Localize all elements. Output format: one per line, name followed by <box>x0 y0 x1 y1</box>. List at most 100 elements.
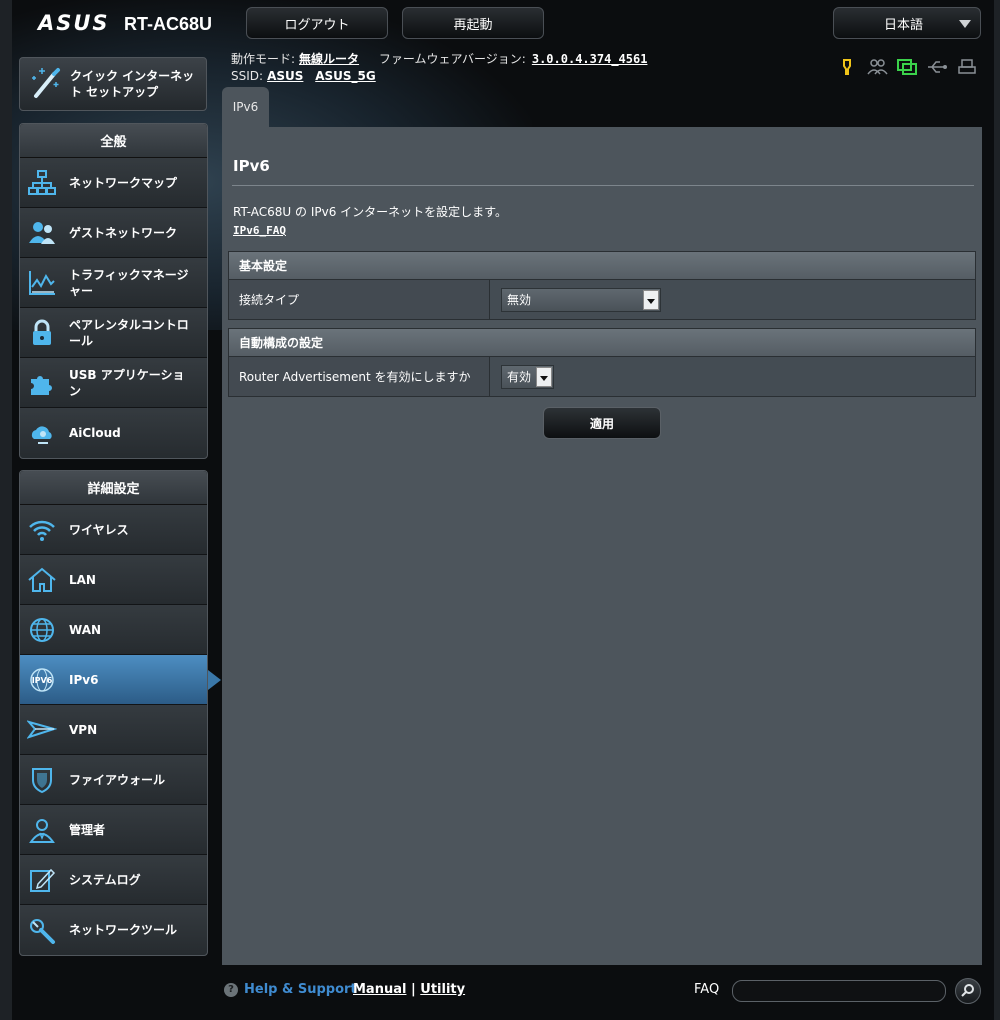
question-icon: ? <box>224 982 238 997</box>
menu-item-firewall[interactable]: ファイアウォール <box>20 755 207 805</box>
menu-label: IPv6 <box>69 672 99 687</box>
menu-item-network-map[interactable]: ネットワークマップ <box>20 158 207 208</box>
shield-icon <box>27 765 57 795</box>
lightbulb-icon[interactable] <box>836 58 858 76</box>
firmware-link[interactable]: 3.0.0.4.374_4561 <box>532 52 648 66</box>
advanced-menu: 詳細設定 ワイヤレス LAN WAN IPV6 IPv6 VPN ファイアウォー… <box>19 470 221 956</box>
menu-item-parental-control[interactable]: ペアレンタルコントロール <box>20 308 207 358</box>
ipv6-icon: IPV6 <box>27 665 57 695</box>
menu-label: VPN <box>69 722 98 737</box>
logout-button[interactable]: ログアウト <box>246 7 388 39</box>
firmware-label: ファームウェアバージョン: <box>378 52 526 66</box>
menu-item-aicloud[interactable]: AiCloud <box>20 408 207 458</box>
guest-network-icon <box>27 218 57 248</box>
ipv6-faq-link[interactable]: IPv6_FAQ <box>233 224 286 237</box>
quick-internet-setup-button[interactable]: クイック インターネット セットアップ <box>19 57 207 111</box>
language-value: 日本語 <box>884 17 924 33</box>
status-icons <box>836 58 978 76</box>
dropdown-arrow-icon <box>643 289 659 310</box>
general-menu-title: 全般 <box>20 124 207 158</box>
printer-icon[interactable] <box>956 58 978 76</box>
page-title: IPv6 <box>233 157 270 175</box>
connection-type-value: 無効 <box>507 293 532 307</box>
menu-label: システムログ <box>69 872 141 887</box>
ssid-label: SSID: <box>231 69 264 83</box>
faq-search-input[interactable] <box>732 980 946 1002</box>
search-icon <box>961 982 975 1001</box>
router-advertisement-select[interactable]: 有効 <box>501 364 554 389</box>
cloud-icon <box>27 418 57 448</box>
lock-icon <box>27 318 57 348</box>
main-panel: IPv6 RT-AC68U の IPv6 インターネットを設定します。 IPv6… <box>222 127 982 965</box>
router-model: RT-AC68U <box>124 14 213 34</box>
page-description: RT-AC68U の IPv6 インターネットを設定します。 <box>233 205 507 219</box>
wireless-icon <box>27 515 57 545</box>
admin-user-icon <box>27 815 57 845</box>
help-support-label: Help & Support <box>244 982 357 997</box>
footer-links: Manual | Utility <box>353 982 465 997</box>
utility-link[interactable]: Utility <box>420 982 465 997</box>
menu-item-lan[interactable]: LAN <box>20 555 207 605</box>
menu-item-traffic-manager[interactable]: トラフィックマネージャー <box>20 258 207 308</box>
op-mode-label: 動作モード: <box>231 52 296 66</box>
menu-label: 管理者 <box>69 822 106 837</box>
menu-label: ワイヤレス <box>69 522 129 537</box>
menu-item-ipv6[interactable]: IPV6 IPv6 <box>20 655 221 705</box>
menu-label: AiCloud <box>69 426 121 440</box>
search-button[interactable] <box>955 978 981 1004</box>
autoconf-header: 自動構成の設定 <box>229 329 975 357</box>
menu-label: ネットワークマップ <box>69 175 178 190</box>
menu-item-system-log[interactable]: システムログ <box>20 855 207 905</box>
chevron-down-icon <box>959 20 971 28</box>
menu-item-wireless[interactable]: ワイヤレス <box>20 505 207 555</box>
wrench-icon <box>27 915 57 945</box>
router-advertisement-value: 有効 <box>507 370 532 384</box>
menu-item-wan[interactable]: WAN <box>20 605 207 655</box>
router-advertisement-label: Router Advertisement を有効にしますか <box>229 357 490 396</box>
reboot-button[interactable]: 再起動 <box>402 7 544 39</box>
menu-label: ネットワークツール <box>69 923 178 937</box>
menu-item-guest-network[interactable]: ゲストネットワーク <box>20 208 207 258</box>
table-row: 接続タイプ 無効 <box>229 280 975 319</box>
title-divider <box>232 185 974 186</box>
basic-config-table: 基本設定 接続タイプ 無効 <box>228 251 976 320</box>
menu-label: ゲストネットワーク <box>69 225 178 240</box>
apply-button[interactable]: 適用 <box>543 407 661 439</box>
home-icon <box>27 565 57 595</box>
internet-status-icon[interactable] <box>896 58 918 76</box>
usb-icon[interactable] <box>926 58 948 76</box>
vpn-icon <box>27 715 57 745</box>
menu-item-network-tools[interactable]: ネットワークツール <box>20 905 207 955</box>
globe-icon <box>27 615 57 645</box>
edit-log-icon <box>27 865 57 895</box>
asus-logo: ASUS <box>38 11 110 35</box>
ssid-link-5g[interactable]: ASUS_5G <box>315 69 376 83</box>
ssid-link-24g[interactable]: ASUS <box>267 69 303 83</box>
connection-type-label: 接続タイプ <box>229 280 490 319</box>
help-support[interactable]: ? Help & Support <box>224 982 357 997</box>
advanced-menu-title: 詳細設定 <box>20 471 207 505</box>
menu-label: トラフィックマネージャー <box>69 267 189 298</box>
menu-item-administration[interactable]: 管理者 <box>20 805 207 855</box>
menu-label: LAN <box>69 572 96 587</box>
basic-config-header: 基本設定 <box>229 252 975 280</box>
quick-setup-label: クイック インターネット セットアップ <box>70 69 195 99</box>
connection-type-select[interactable]: 無効 <box>501 287 661 312</box>
router-advertisement-cell: 有効 <box>490 357 975 396</box>
menu-label: ペアレンタルコントロール <box>69 317 189 348</box>
clients-icon[interactable] <box>866 58 888 76</box>
manual-link[interactable]: Manual <box>353 982 406 997</box>
connection-type-cell: 無効 <box>490 280 975 319</box>
status-line-ssid: SSID: ASUS ASUS_5G <box>231 69 376 83</box>
autoconf-table: 自動構成の設定 Router Advertisement を有効にしますか 有効 <box>228 328 976 397</box>
tab-ipv6[interactable]: IPv6 <box>222 87 269 127</box>
network-map-icon <box>27 168 57 198</box>
svg-text:IPV6: IPV6 <box>32 676 53 685</box>
menu-item-usb-application[interactable]: USB アプリケーション <box>20 358 207 408</box>
op-mode-link[interactable]: 無線ルータ <box>299 52 359 66</box>
traffic-manager-icon <box>27 268 57 298</box>
dropdown-arrow-icon <box>536 366 552 387</box>
language-select[interactable]: 日本語 <box>833 7 981 39</box>
menu-item-vpn[interactable]: VPN <box>20 705 207 755</box>
table-row: Router Advertisement を有効にしますか 有効 <box>229 357 975 396</box>
